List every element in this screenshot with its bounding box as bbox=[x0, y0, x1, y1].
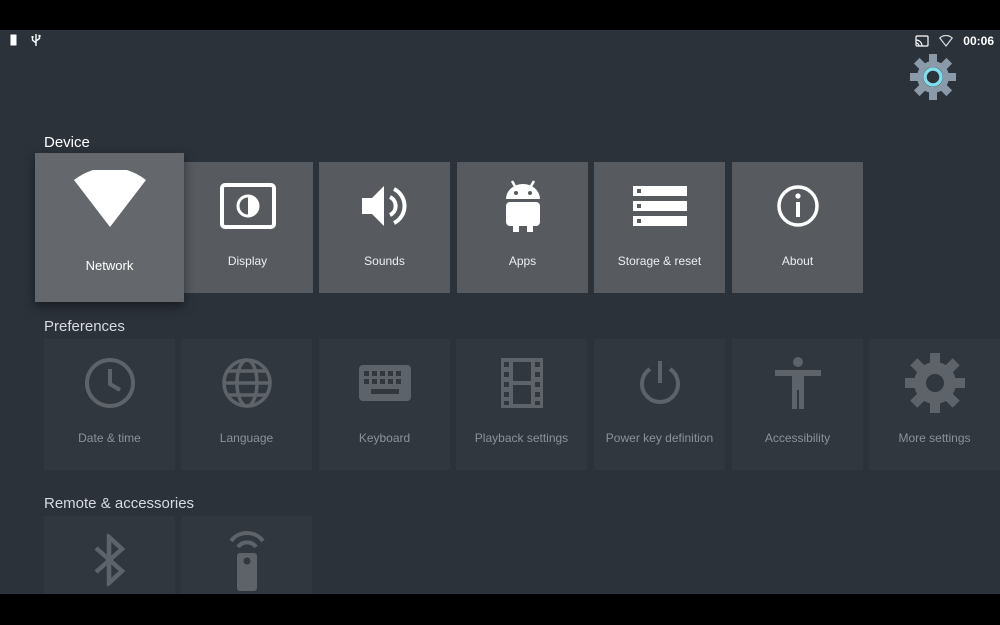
tile-about[interactable]: About bbox=[732, 162, 863, 293]
keyboard-icon bbox=[358, 357, 411, 409]
cast-icon bbox=[915, 35, 929, 47]
gear-icon[interactable] bbox=[908, 52, 958, 102]
accessibility-icon bbox=[774, 357, 821, 409]
tile-label: About bbox=[781, 254, 814, 268]
wifi-icon bbox=[73, 170, 147, 227]
bluetooth-icon bbox=[93, 534, 127, 586]
info-icon bbox=[776, 180, 820, 232]
section-title-remote-accessories: Remote & accessories bbox=[44, 495, 195, 512]
power-icon bbox=[637, 357, 683, 409]
tile-bluetooth[interactable] bbox=[44, 516, 175, 594]
tile-label: More settings bbox=[898, 431, 971, 445]
clock-icon bbox=[84, 357, 136, 409]
film-icon bbox=[500, 357, 543, 409]
tile-accessibility[interactable]: Accessibility bbox=[732, 339, 863, 470]
tile-label: Playback settings bbox=[474, 431, 569, 445]
tile-playback-settings[interactable]: Playback settings bbox=[456, 339, 587, 470]
globe-icon bbox=[221, 357, 273, 409]
display-icon bbox=[219, 180, 276, 232]
tile-more-settings[interactable]: More settings bbox=[869, 339, 1000, 470]
status-bar-left bbox=[10, 34, 41, 46]
tile-label: Storage & reset bbox=[617, 254, 702, 268]
tile-label: Power key definition bbox=[605, 431, 714, 445]
tile-label: Keyboard bbox=[358, 431, 411, 445]
tile-remote[interactable] bbox=[181, 516, 312, 594]
bottom-letterbox bbox=[0, 594, 1000, 625]
android-icon bbox=[503, 180, 543, 232]
section-title-device: Device bbox=[44, 134, 90, 151]
tile-label: Date & time bbox=[78, 431, 141, 445]
tile-apps[interactable]: Apps bbox=[457, 162, 588, 293]
tile-display[interactable]: Display bbox=[182, 162, 313, 293]
tile-label: Language bbox=[219, 431, 274, 445]
tile-label: Apps bbox=[508, 254, 537, 268]
tile-power-key-definition[interactable]: Power key definition bbox=[594, 339, 725, 470]
tile-keyboard[interactable]: Keyboard bbox=[319, 339, 450, 470]
speaker-icon bbox=[360, 180, 410, 232]
settings-screen: 00:06 Device Network Display Sounds Apps… bbox=[0, 30, 1000, 594]
gear-icon bbox=[904, 353, 966, 413]
remote-icon bbox=[225, 531, 269, 591]
section-title-preferences: Preferences bbox=[44, 318, 125, 335]
wifi-icon bbox=[939, 35, 954, 47]
tile-date-time[interactable]: Date & time bbox=[44, 339, 175, 470]
tile-label: Display bbox=[227, 254, 268, 268]
tile-language[interactable]: Language bbox=[181, 339, 312, 470]
storage-icon bbox=[632, 180, 687, 232]
status-bar-right: 00:06 bbox=[915, 34, 994, 48]
usb-icon bbox=[31, 34, 41, 46]
tile-label: Network bbox=[85, 258, 134, 273]
tile-network[interactable]: Network bbox=[35, 153, 184, 302]
sd-card-icon bbox=[10, 34, 17, 46]
tile-sounds[interactable]: Sounds bbox=[319, 162, 450, 293]
status-time: 00:06 bbox=[963, 34, 994, 48]
tile-label: Sounds bbox=[364, 254, 405, 268]
tile-label: Accessibility bbox=[764, 431, 831, 445]
tile-storage-reset[interactable]: Storage & reset bbox=[594, 162, 725, 293]
